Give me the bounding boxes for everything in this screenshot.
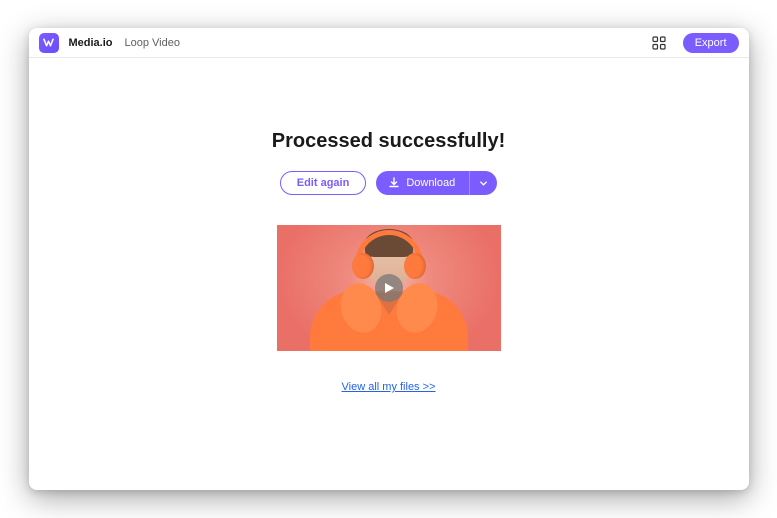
success-title: Processed successfully! — [272, 130, 505, 153]
action-row: Edit again Download — [280, 171, 497, 195]
logo-icon — [42, 36, 55, 49]
brand-name: Media.io — [69, 37, 113, 49]
download-button[interactable]: Download — [376, 171, 469, 195]
main-content: Processed successfully! Edit again Downl… — [29, 58, 749, 490]
play-icon — [384, 282, 395, 294]
download-icon — [388, 177, 400, 189]
grid-icon — [652, 36, 666, 50]
header-bar: Media.io Loop Video Export — [29, 28, 749, 58]
view-all-files-link[interactable]: View all my files >> — [342, 381, 436, 393]
video-preview[interactable] — [277, 225, 501, 351]
download-label: Download — [406, 177, 455, 189]
export-button[interactable]: Export — [683, 33, 739, 53]
play-button[interactable] — [375, 274, 403, 302]
download-options-button[interactable] — [469, 171, 497, 195]
app-window: Media.io Loop Video Export Processed suc… — [29, 28, 749, 490]
tool-name: Loop Video — [125, 37, 180, 49]
edit-again-button[interactable]: Edit again — [280, 171, 367, 195]
download-button-group: Download — [376, 171, 497, 195]
logo-badge — [39, 33, 59, 53]
apps-grid-button[interactable] — [651, 35, 667, 51]
chevron-down-icon — [479, 179, 488, 188]
